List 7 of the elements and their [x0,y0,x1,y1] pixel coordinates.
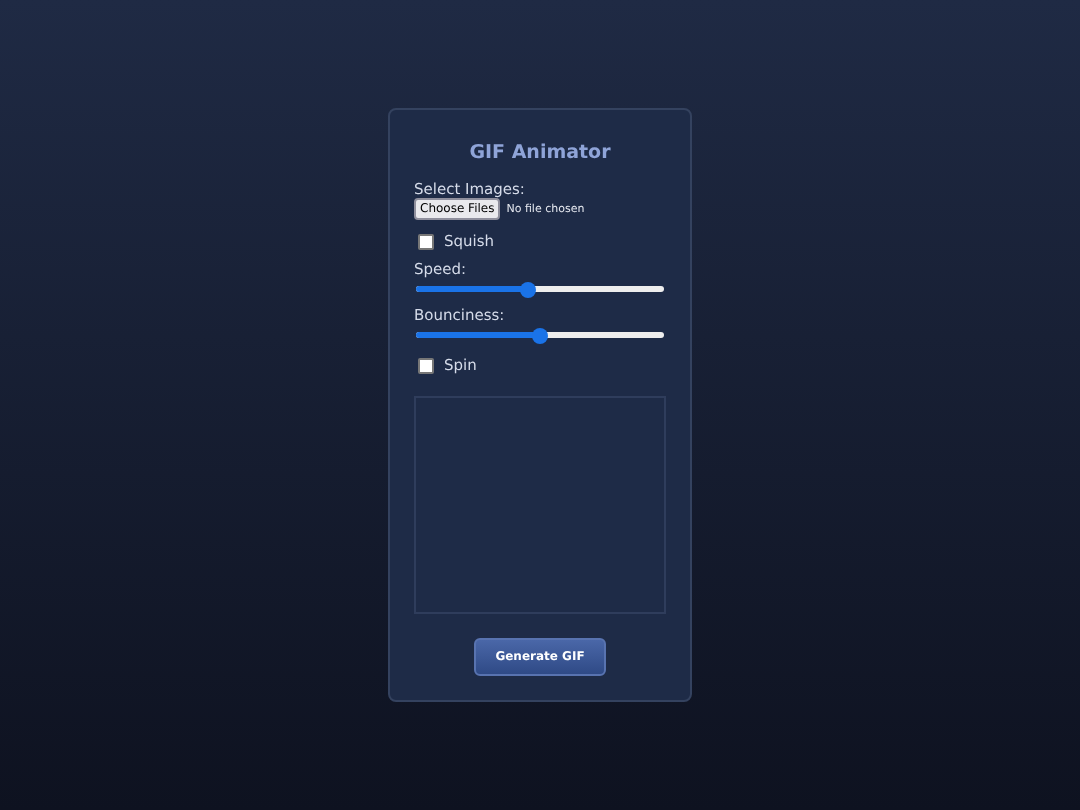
slider-track[interactable] [416,332,664,338]
slider-thumb[interactable] [519,281,536,297]
app-title: GIF Animator [467,142,613,164]
checkbox[interactable] [418,233,434,249]
checkbox[interactable] [418,357,434,373]
slider-track[interactable] [416,286,664,292]
slider-thumb[interactable] [532,327,548,343]
